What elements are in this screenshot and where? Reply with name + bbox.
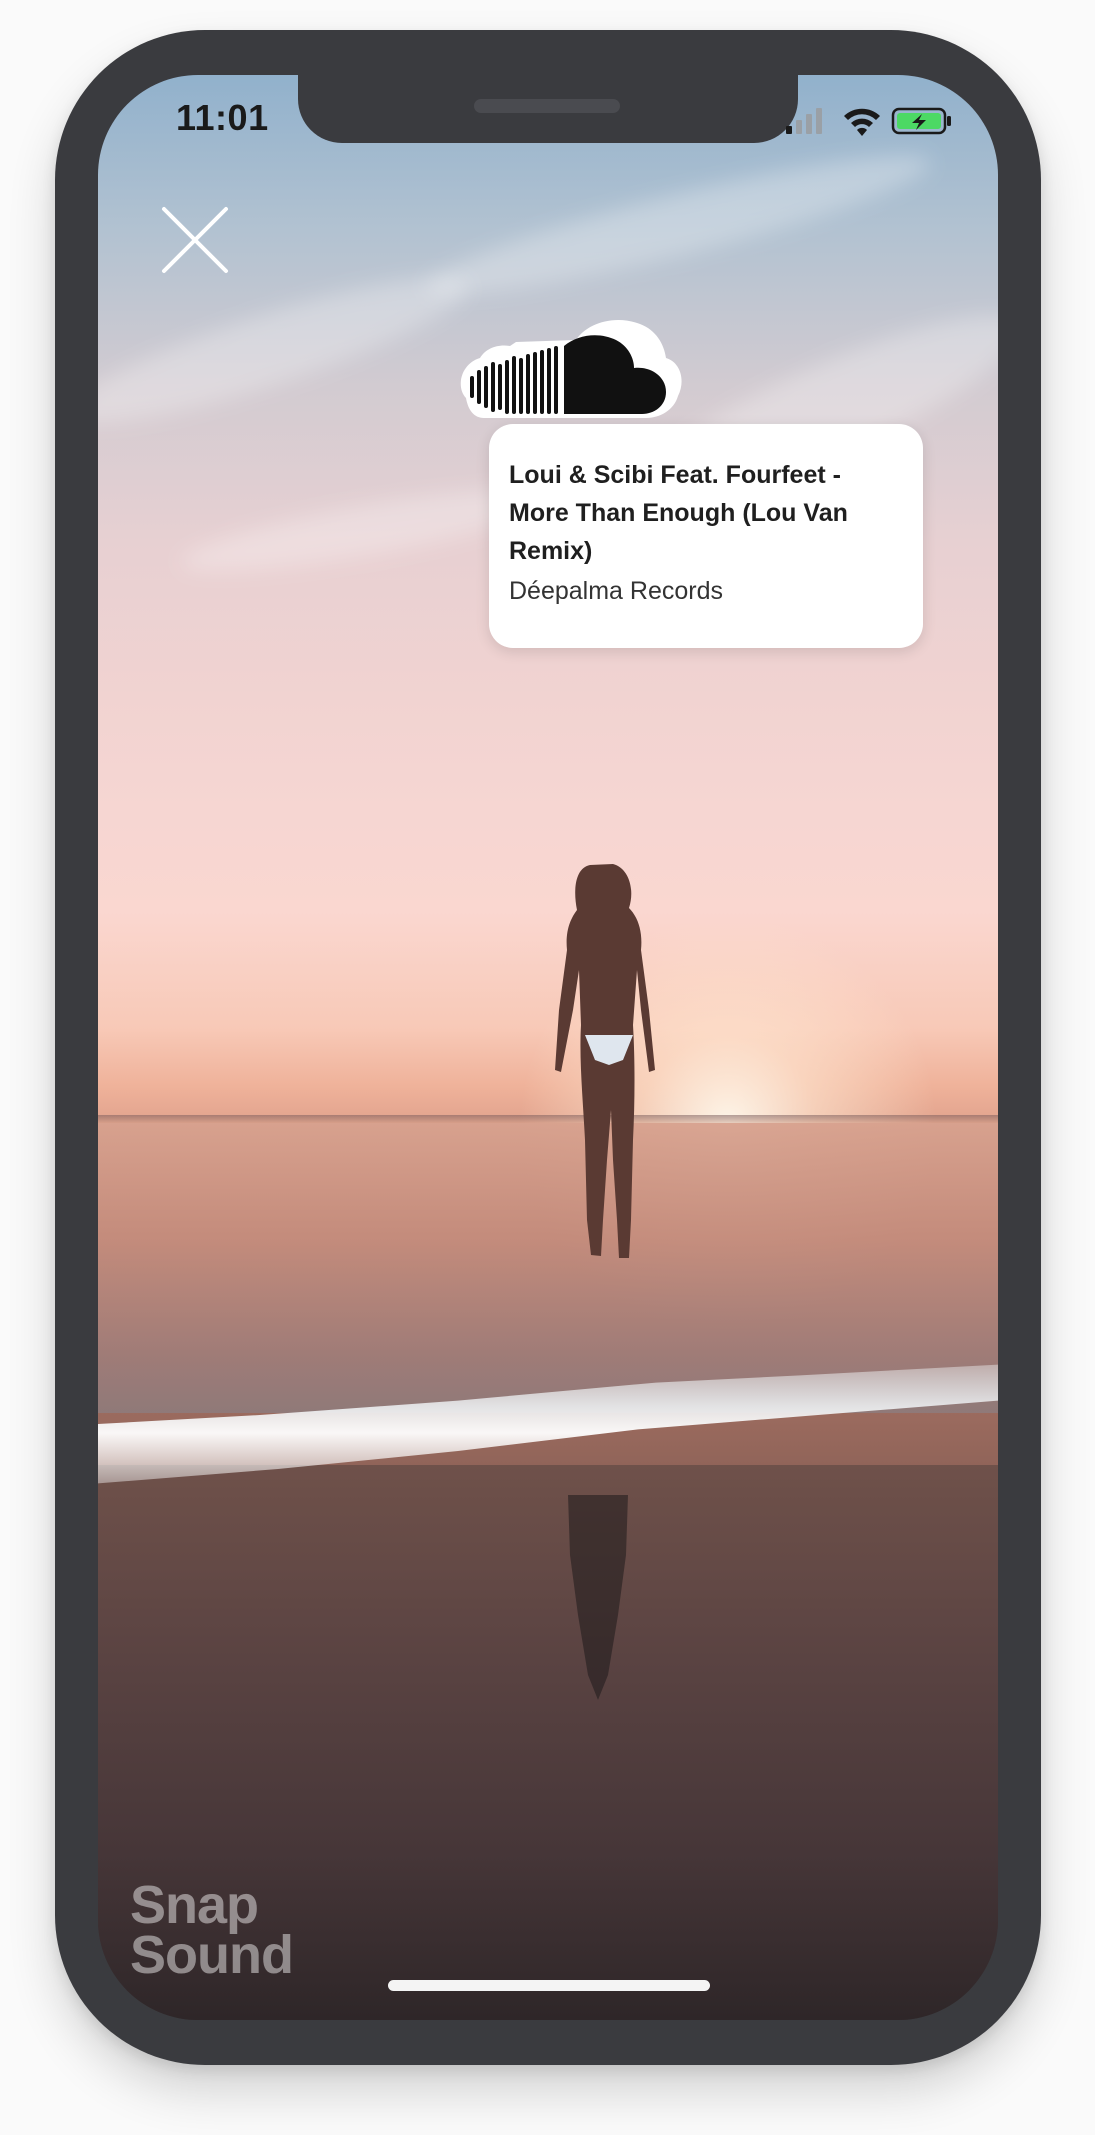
home-indicator[interactable] <box>388 1980 710 1991</box>
person-silhouette <box>555 864 655 1258</box>
status-time: 11:01 <box>176 97 269 138</box>
wifi-icon <box>844 108 880 136</box>
person-reflection <box>568 1495 628 1700</box>
track-card[interactable]: Loui & Scibi Feat. Fourfeet - More Than … <box>489 424 923 648</box>
screen: 11:01 Loui & Scibi Feat. Fourfeet - More… <box>98 75 998 2020</box>
soundcloud-icon[interactable] <box>456 318 682 436</box>
battery-icon <box>891 107 951 135</box>
speaker <box>474 99 620 113</box>
phone-frame: 11:01 Loui & Scibi Feat. Fourfeet - More… <box>55 30 1041 2065</box>
signal-icon <box>786 108 822 134</box>
notch <box>298 75 798 143</box>
close-icon[interactable] <box>160 205 230 275</box>
brand-line-1: Snap <box>130 1875 259 1935</box>
track-label: Déepalma Records <box>509 577 723 605</box>
brand-logo: Snap Sound <box>130 1875 294 1985</box>
track-title: Loui & Scibi Feat. Fourfeet - More Than … <box>509 461 848 565</box>
status-icons <box>786 107 951 136</box>
brand-line-2: Sound <box>130 1925 294 1985</box>
